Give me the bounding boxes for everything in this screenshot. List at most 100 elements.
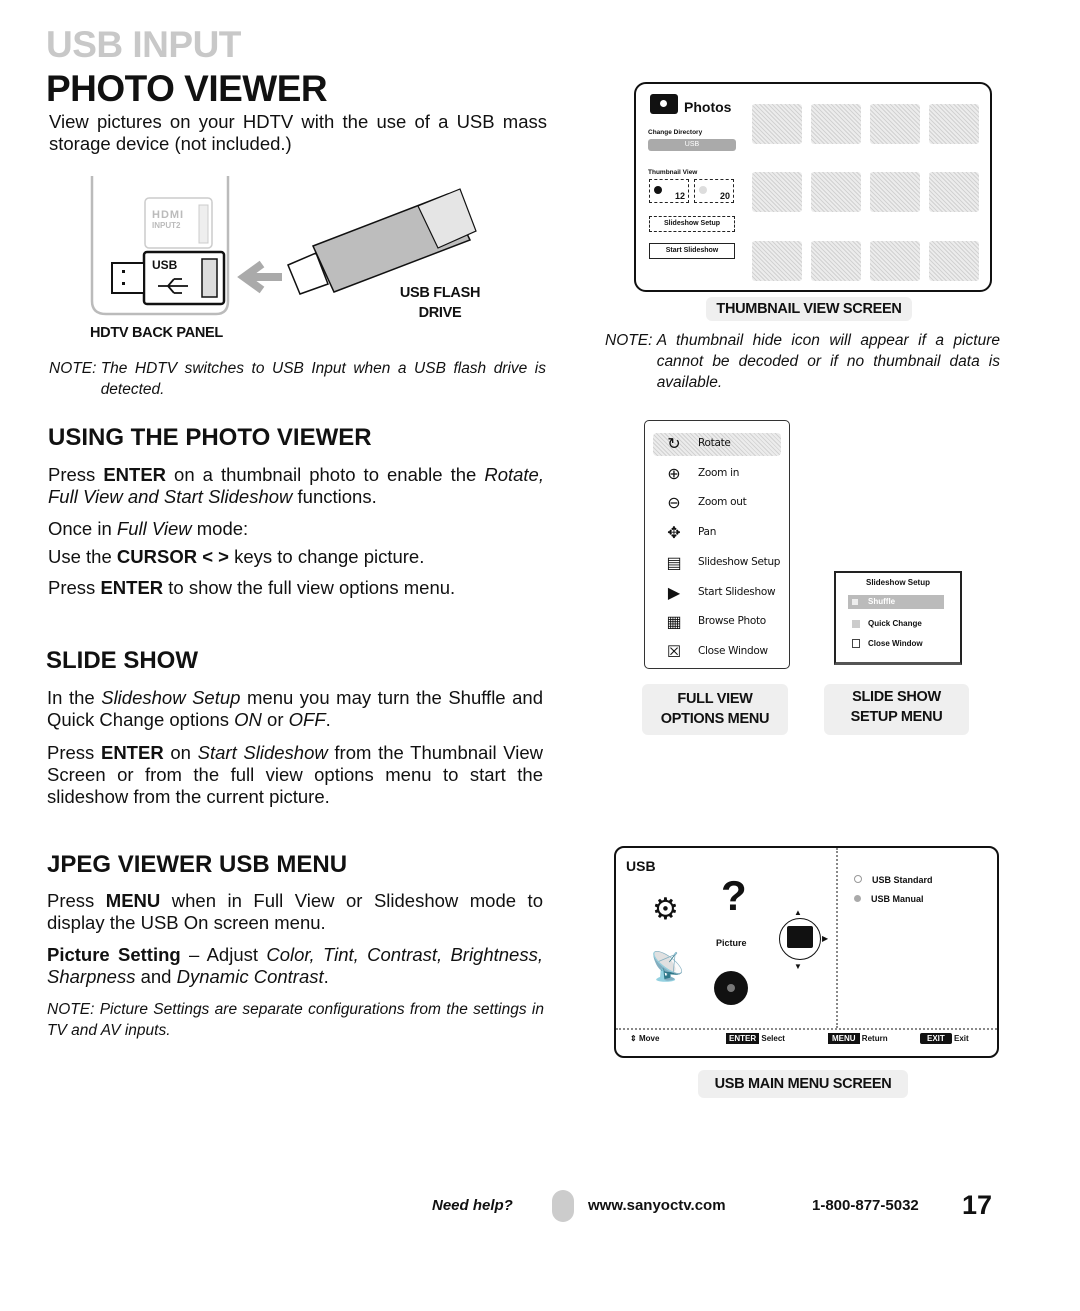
help-question-icon[interactable]: ? [721,873,747,919]
radio-icon [854,895,861,902]
thumbnail-tile[interactable] [811,172,861,212]
thumbnail-tile[interactable] [811,241,861,281]
up-down-icon: ⇕ [630,1034,637,1043]
view-20-label: 20 [719,191,730,201]
close-window-icon [852,639,860,648]
view-12-button[interactable]: 12 [649,179,689,203]
radio-unselected-icon [699,186,707,194]
thumbnail-tile[interactable] [811,104,861,144]
radio-icon [854,875,862,883]
drive-caption: USB FLASH DRIVE [392,283,488,323]
option-label: Close Window [868,639,923,648]
hdmi-label: HDMI [152,209,185,221]
menu-item-close-window[interactable]: ☒ Close Window [645,639,789,667]
using-paragraph-3: Use the CURSOR < > keys to change pictur… [48,546,425,567]
menu-item-browse-photo[interactable]: ▦ Browse Photo [645,609,789,637]
slideshow-paragraph-2: Press ENTER on Start Slideshow from the … [47,742,543,807]
phone-number: 1-800-877-5032 [812,1197,919,1214]
thumbnail-tile[interactable] [929,104,979,144]
menu-key: MENU [828,1033,860,1044]
menu-item-label: Zoom in [698,466,740,479]
usb-port-label: USB [152,258,178,272]
menu-item-zoom-in[interactable]: ⊕ Zoom in [645,461,789,489]
using-paragraph-1: Press ENTER on a thumbnail photo to enab… [48,464,544,507]
menu-item-label: Slideshow Setup [698,555,781,568]
menu-item-rotate[interactable]: ↻ Rotate [645,431,789,459]
page-number: 17 [962,1190,993,1220]
arrow-down-icon: ▼ [794,962,802,971]
slideshow-option-close-window[interactable]: Close Window [848,637,944,651]
jpeg-heading: JPEG VIEWER USB MENU [47,851,348,878]
page-title: PHOTO VIEWER [46,68,328,109]
slideshow-heading: SLIDE SHOW [46,647,199,674]
slideshow-option-shuffle[interactable]: Shuffle [848,595,944,609]
setup-tools-icon[interactable]: ⚙ [652,893,692,927]
view-12-label: 12 [674,191,685,201]
usb-main-caption: USB MAIN MENU SCREEN [698,1070,908,1098]
thumbnail-tile[interactable] [929,172,979,212]
menu-item-start-slideshow[interactable]: ▶ Start Slideshow [645,580,789,608]
menu-item-label: Zoom out [698,496,747,509]
slideshow-setup-caption-line2: SETUP MENU [850,709,943,725]
option-usb-manual[interactable]: USB Manual [854,894,924,904]
panel-caption: HDTV BACK PANEL [90,325,223,341]
change-directory-label: Change Directory [648,129,703,136]
website-link[interactable]: www.sanyoctv.com [588,1197,726,1214]
option-usb-standard[interactable]: USB Standard [854,875,933,885]
footer-select[interactable]: ENTER Select [726,1033,785,1044]
thumbnail-tile[interactable] [929,241,979,281]
slideshow-setup-caption: SLIDE SHOW SETUP MENU [824,684,969,735]
thumbnail-tile[interactable] [870,241,920,281]
menu-item-pan[interactable]: ✥ Pan [645,520,789,548]
usb-main-menu-screen: USB ⚙ ? 📡 Picture ▲ ▼ ▶ USB Standard USB… [614,846,999,1058]
thumbnail-tile[interactable] [870,104,920,144]
footer-exit[interactable]: EXIT Exit [920,1033,969,1044]
thumbnail-caption: THUMBNAIL VIEW SCREEN [706,297,912,321]
enter-key: ENTER [726,1033,760,1044]
option-label: Quick Change [868,619,922,628]
footer-move: ⇕ Move [630,1034,660,1043]
usb-flash-drive-icon [287,188,477,295]
close-window-icon: ☒ [666,643,682,661]
rotate-icon: ↻ [667,436,681,453]
intro-text: View pictures on your HDTV with the use … [49,111,547,154]
footer-return[interactable]: MENU Return [828,1033,888,1044]
using-heading: USING THE PHOTO VIEWER [48,424,372,451]
thumbnail-tile[interactable] [752,104,802,144]
full-view-caption-line1: FULL VIEW [677,691,753,707]
full-view-caption-line2: OPTIONS MENU [660,711,770,727]
slideshow-setup-caption-line1: SLIDE SHOW [852,689,941,705]
note-text: A thumbnail hide icon will appear if a p… [656,332,1000,391]
note-text: The HDTV switches to USB Input when a US… [100,360,546,398]
directory-selector[interactable]: USB [648,139,736,151]
checkbox-icon [852,599,858,605]
start-slideshow-button[interactable]: Start Slideshow [649,243,735,259]
menu-item-slideshow-setup[interactable]: ▤ Slideshow Setup [645,550,789,578]
slideshow-setup-button[interactable]: Slideshow Setup [649,216,735,232]
slideshow-option-quick-change[interactable]: Quick Change [848,617,944,631]
full-view-options-menu: ↻ Rotate ⊕ Zoom in ⊖ Zoom out ✥ Pan ▤ Slideshow S… [644,420,790,669]
checkbox-icon [852,620,860,628]
pan-icon: ✥ [667,525,681,543]
option-label: USB Standard [872,875,933,885]
thumbnail-tile[interactable] [752,241,802,281]
panel-divider [836,848,838,1028]
thumbnail-tile[interactable] [752,172,802,212]
section-label: USB INPUT [46,24,241,65]
option-label: Shuffle [868,597,896,606]
thumbnail-tile[interactable] [870,172,920,212]
using-paragraph-2: Once in Full View mode: [48,518,249,539]
note-thumbnail-hide: NOTE: A thumbnail hide icon will appear … [605,330,1000,393]
satellite-dish-icon[interactable]: 📡 [650,951,685,983]
start-slideshow-icon: ▶ [667,584,681,602]
menu-item-zoom-out[interactable]: ⊖ Zoom out [645,490,789,518]
full-view-caption: FULL VIEW OPTIONS MENU [642,684,788,735]
photos-title: Photos [684,99,732,115]
slideshow-setup-icon: ▤ [666,554,682,572]
note-label: NOTE: [49,360,101,377]
directory-value: USB [684,141,700,148]
view-20-button[interactable]: 20 [694,179,734,203]
thumbnail-view-label: Thumbnail View [648,169,698,176]
picture-icon-selected[interactable] [779,918,821,960]
music-disc-icon[interactable] [714,971,748,1005]
